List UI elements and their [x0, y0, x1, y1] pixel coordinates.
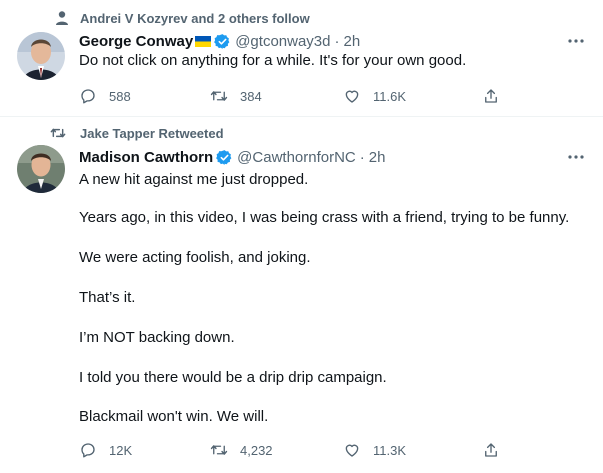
heart-icon — [345, 90, 359, 103]
tweet-actions: 12K 4,232 11.3K — [79, 440, 509, 460]
retweet-button[interactable]: 384 — [210, 86, 262, 106]
tweet-text-line: That’s it. — [79, 289, 136, 306]
separator: · — [359, 148, 365, 166]
social-context-text[interactable]: Andrei V Kozyrev and 2 others follow — [80, 11, 310, 26]
author-name[interactable]: George Conway — [79, 33, 193, 50]
retweet-icon — [210, 91, 228, 101]
like-count: 11.6K — [373, 88, 407, 104]
reply-button[interactable]: 12K — [79, 440, 132, 460]
reply-icon — [81, 443, 95, 458]
share-button[interactable] — [482, 86, 500, 106]
person-icon — [56, 11, 68, 25]
avatar[interactable] — [17, 32, 65, 80]
tweet-text-line: We were acting foolish, and joking. — [79, 249, 311, 266]
more-options-icon[interactable] — [566, 31, 586, 51]
author-handle[interactable]: @gtconway3d — [235, 33, 330, 50]
ukraine-flag-icon — [195, 35, 212, 47]
tweet-text-line: I’m NOT backing down. — [79, 329, 235, 346]
tweet-actions: 588 384 11.6K — [79, 86, 509, 106]
share-button[interactable] — [482, 440, 500, 460]
avatar[interactable] — [17, 145, 65, 193]
share-icon — [485, 89, 497, 103]
tweet-text-line: Years ago, in this video, I was being cr… — [79, 209, 570, 226]
like-button[interactable]: 11.3K — [343, 440, 406, 460]
like-button[interactable]: 11.6K — [343, 86, 406, 106]
reply-count: 588 — [109, 88, 131, 104]
separator: · — [334, 32, 340, 50]
more-options-icon[interactable] — [566, 147, 586, 167]
tweet-text-line: I told you there would be a drip drip ca… — [79, 369, 387, 386]
heart-icon — [345, 444, 359, 457]
verified-badge-icon — [214, 33, 230, 49]
tweet-text-line: A new hit against me just dropped. — [79, 171, 309, 188]
tweet-text-line: Blackmail won't win. We will. — [79, 408, 269, 425]
reply-count: 12K — [109, 442, 133, 458]
social-context-text[interactable]: Jake Tapper Retweeted — [80, 126, 224, 141]
reply-icon — [81, 89, 95, 104]
retweet-icon — [50, 128, 66, 138]
timestamp[interactable]: 2h — [369, 149, 386, 166]
tweet-text: Do not click on anything for a while. It… — [79, 52, 467, 69]
retweet-count: 4,232 — [240, 442, 273, 458]
author-handle[interactable]: @CawthornforNC — [237, 149, 356, 166]
tweet[interactable]: Andrei V Kozyrev and 2 others follow Geo… — [0, 0, 603, 117]
author-name[interactable]: Madison Cawthorn — [79, 149, 213, 166]
tweet-header: Madison Cawthorn @CawthornforNC · 2h — [79, 147, 385, 167]
share-icon — [485, 443, 497, 457]
timestamp[interactable]: 2h — [343, 33, 360, 50]
like-count: 11.3K — [373, 442, 407, 458]
retweet-count: 384 — [240, 88, 262, 104]
tweet[interactable]: Jake Tapper Retweeted Madison Cawthorn @… — [0, 117, 603, 473]
retweet-button[interactable]: 4,232 — [210, 440, 273, 460]
verified-badge-icon — [216, 149, 232, 165]
tweet-header: George Conway @gtconway3d · 2h — [79, 31, 360, 51]
retweet-icon — [210, 445, 228, 455]
reply-button[interactable]: 588 — [79, 86, 131, 106]
